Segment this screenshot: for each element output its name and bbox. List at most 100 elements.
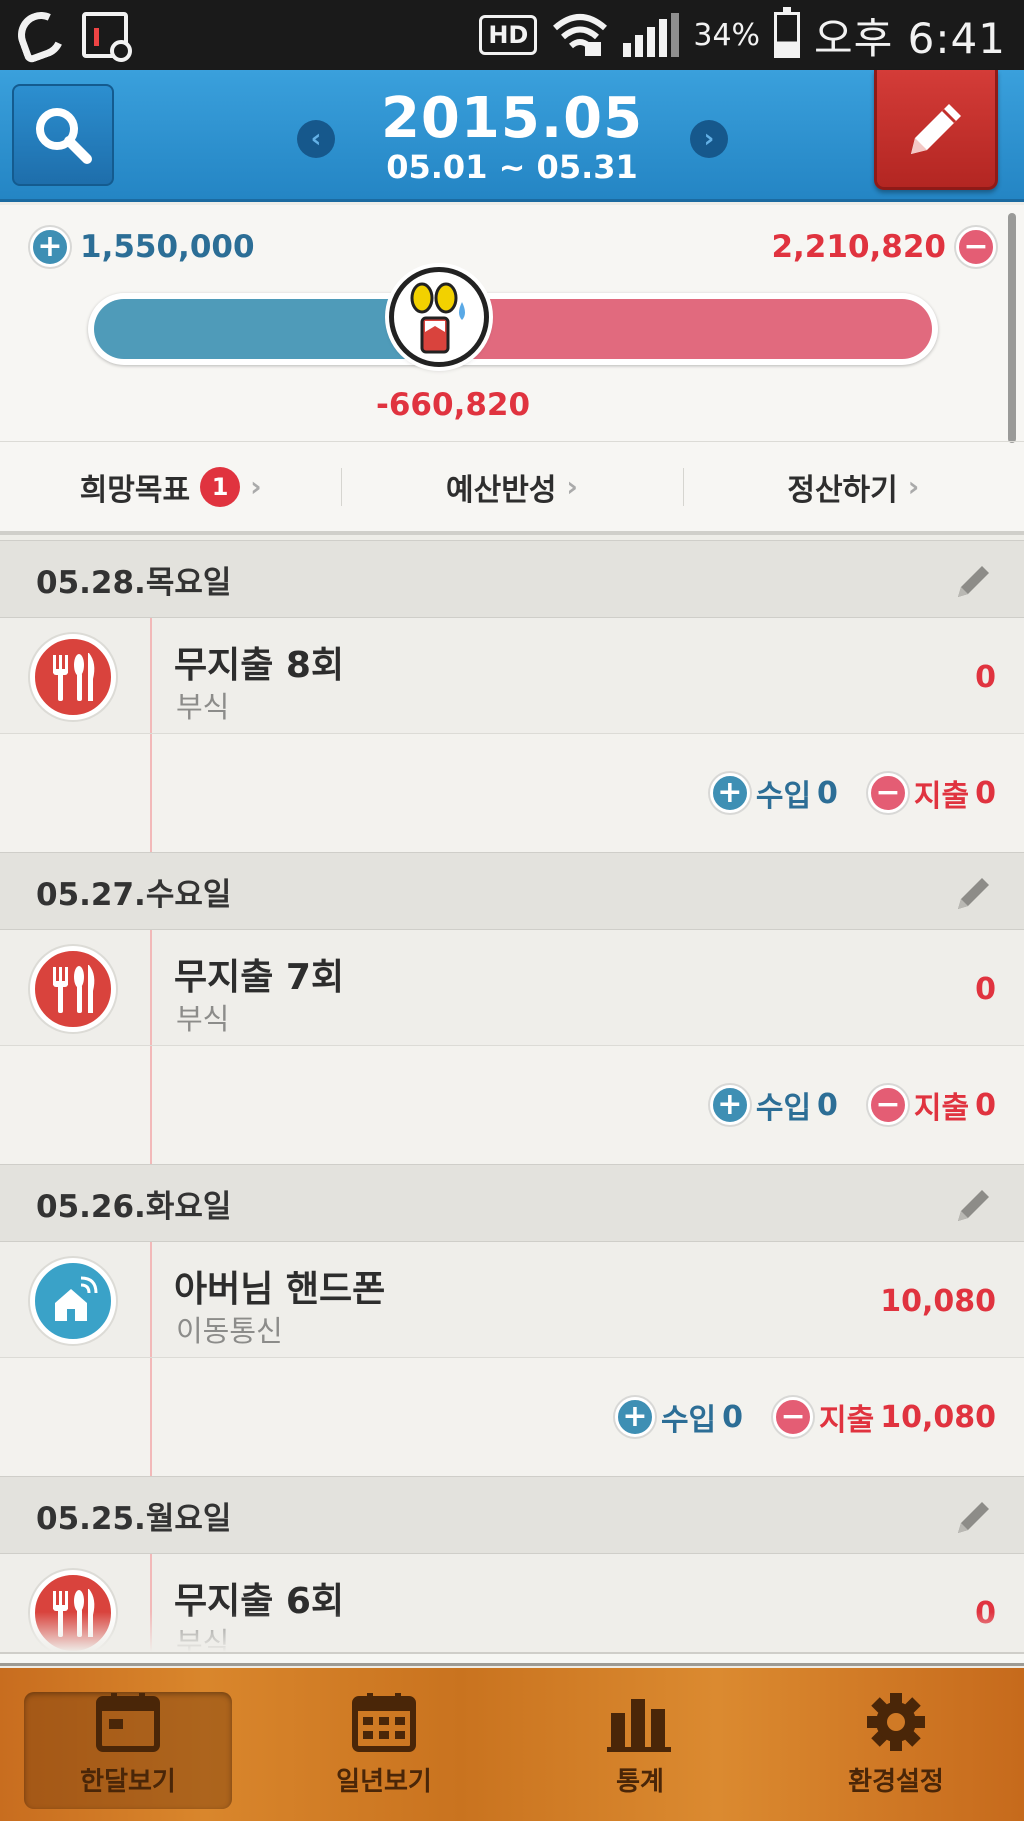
chevron-right-icon: › — [250, 470, 262, 503]
day-income-value: 0 — [817, 1087, 838, 1123]
entry-category: 부식 — [176, 690, 230, 724]
minus-icon: − — [867, 1085, 908, 1125]
edit-day-icon[interactable] — [954, 561, 994, 601]
calendar-month-icon — [96, 1693, 160, 1752]
search-icon — [36, 108, 92, 164]
day-expense-label: 지출 — [913, 779, 970, 814]
income-total-value: 1,550,000 — [80, 229, 255, 265]
shocked-face-icon — [389, 267, 489, 367]
minus-icon: − — [773, 1397, 814, 1437]
entry-amount: 0 — [975, 660, 996, 695]
tab-budget-review-label: 예산반성 — [446, 472, 557, 508]
income-total: + 1,550,000 — [30, 227, 255, 267]
food-icon — [30, 634, 116, 720]
day-date: 05.25.월요일 — [36, 1500, 232, 1537]
nav-month-view[interactable]: 한달보기 — [0, 1668, 256, 1821]
hd-voice-icon: HD — [479, 15, 538, 55]
stats-icon — [607, 1699, 671, 1752]
plus-icon: + — [30, 227, 70, 267]
balance-bar — [88, 293, 938, 365]
expense-total-value: 2,210,820 — [771, 229, 946, 265]
minus-icon: − — [956, 227, 996, 267]
status-bar: HD 34% 오후 6:41 — [0, 0, 1024, 70]
signal-icon — [623, 13, 680, 57]
day-header: 05.25.월요일 — [0, 1476, 1024, 1554]
day-expense: − 지출 0 — [867, 1083, 996, 1127]
write-entry-button[interactable] — [874, 70, 998, 190]
next-month-button[interactable]: › — [690, 120, 728, 158]
list-fade — [0, 1612, 1024, 1652]
month-range: 05.01 ~ 05.31 — [386, 148, 638, 186]
day-income-label: 수입 — [660, 1403, 717, 1438]
entry-category: 부식 — [176, 1002, 230, 1036]
clock: 오후 6:41 — [814, 13, 1006, 63]
tab-goals[interactable]: 희망목표 1 › — [0, 442, 341, 531]
day-expense-label: 지출 — [913, 1091, 970, 1126]
day-expense: − 지출 0 — [867, 771, 996, 815]
carrier-logo-icon — [11, 5, 71, 65]
day-summary: + 수입 0 − 지출 0 — [0, 734, 1024, 852]
day-header: 05.27.수요일 — [0, 852, 1024, 930]
chevron-right-icon: › — [566, 470, 578, 503]
plus-icon: + — [709, 773, 750, 813]
list-item[interactable]: 무지출 8회 부식 0 — [0, 618, 1024, 734]
expense-total: 2,210,820 − — [771, 227, 996, 267]
entry-amount: 10,080 — [880, 1284, 996, 1319]
day-date: 05.27.수요일 — [36, 876, 232, 913]
nav-settings[interactable]: 환경설정 — [768, 1668, 1024, 1821]
expense-bar — [439, 299, 932, 359]
nav-year-view-label: 일년보기 — [336, 1767, 432, 1797]
tab-settlement-label: 정산하기 — [787, 472, 898, 508]
day-expense-label: 지출 — [819, 1403, 875, 1438]
day-income: + 수입 0 — [709, 1083, 838, 1127]
summary-tabs: 희망목표 1 › 예산반성 › 정산하기 › — [0, 441, 1024, 531]
food-icon — [30, 946, 116, 1032]
goals-count-badge: 1 — [200, 466, 241, 507]
day-date: 05.26.화요일 — [36, 1188, 232, 1225]
day-income-label: 수입 — [755, 1091, 812, 1126]
app-notification-icon — [82, 12, 132, 62]
list-item[interactable]: 아버님 핸드폰 이동통신 10,080 — [0, 1242, 1024, 1358]
plus-icon: + — [614, 1397, 655, 1437]
day-expense-value: 10,080 — [880, 1399, 996, 1435]
edit-day-icon[interactable] — [954, 1185, 994, 1225]
day-summary: + 수입 0 − 지출 10,080 — [0, 1358, 1024, 1476]
edit-day-icon[interactable] — [954, 1497, 994, 1537]
list-bottom-edge — [0, 1652, 1024, 1666]
day-header: 05.26.화요일 — [0, 1164, 1024, 1242]
nav-stats[interactable]: 통계 — [512, 1668, 768, 1821]
day-income-label: 수입 — [755, 779, 812, 814]
edit-day-icon[interactable] — [954, 873, 994, 913]
entry-title: 무지출 8회 — [174, 645, 345, 686]
calendar-year-icon — [352, 1693, 416, 1752]
chevron-right-icon: › — [907, 470, 920, 503]
wifi-icon — [553, 14, 608, 56]
minus-icon: − — [867, 773, 908, 813]
day-expense: − 지출 10,080 — [773, 1395, 996, 1439]
day-header: 05.28.목요일 — [0, 540, 1024, 618]
entry-category: 이동통신 — [176, 1314, 283, 1348]
month-summary: + 1,550,000 2,210,820 − -660,820 희망목표 1 … — [0, 205, 1024, 535]
battery-icon — [774, 7, 801, 58]
nav-year-view[interactable]: 일년보기 — [256, 1668, 512, 1821]
tab-goals-label: 희망목표 — [79, 472, 191, 508]
day-income: + 수입 0 — [709, 771, 838, 815]
tab-settlement[interactable]: 정산하기 › — [682, 442, 1024, 531]
tab-budget-review[interactable]: 예산반성 › — [341, 442, 682, 531]
list-item[interactable]: 무지출 7회 부식 0 — [0, 930, 1024, 1046]
entry-title: 무지출 7회 — [174, 957, 345, 998]
scrollbar[interactable] — [1008, 213, 1016, 443]
entry-amount: 0 — [975, 972, 996, 1007]
day-expense-value: 0 — [975, 775, 996, 811]
plus-icon: + — [709, 1085, 750, 1125]
balance-difference: -660,820 — [376, 387, 531, 423]
daily-list[interactable]: 05.28.목요일 무지출 8회 부식 0 + 수입 0 − 지출 0 05.2… — [0, 540, 1024, 1652]
day-summary: + 수입 0 − 지출 0 — [0, 1046, 1024, 1164]
nav-settings-label: 환경설정 — [848, 1767, 944, 1797]
bottom-navigation: 한달보기 일년보기 통계 환경설정 — [0, 1668, 1024, 1821]
search-button[interactable] — [12, 84, 114, 186]
income-bar — [94, 299, 439, 359]
battery-percent: 34% — [693, 17, 761, 53]
telecom-icon — [30, 1258, 116, 1344]
app-header: ‹ 2015.05 05.01 ~ 05.31 › — [0, 70, 1024, 202]
